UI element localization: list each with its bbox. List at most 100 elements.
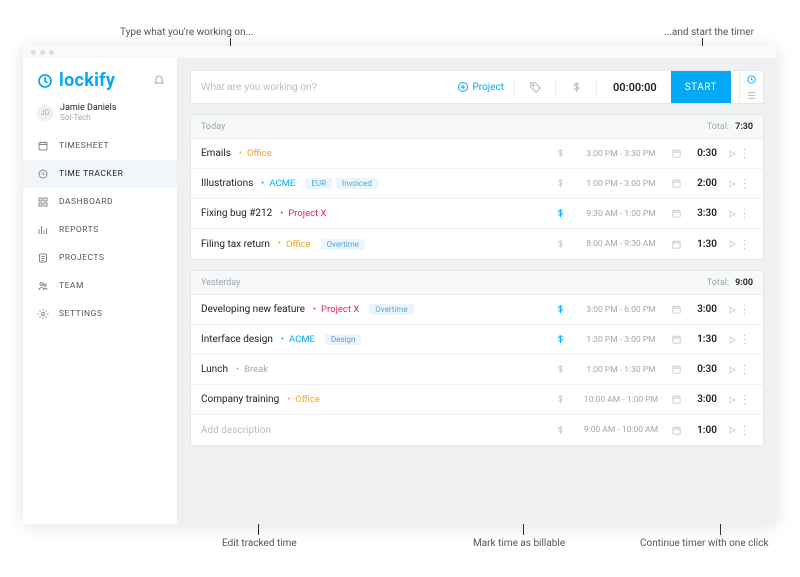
billable-toggle[interactable] <box>555 364 571 375</box>
duration[interactable]: 1:30 <box>687 334 727 345</box>
more-menu[interactable] <box>743 425 753 436</box>
time-entry[interactable]: Company training•Office10:00 AM - 1:00 P… <box>191 385 763 415</box>
time-entry[interactable]: Lunch•Break1:00 PM - 1:30 PM0:30 <box>191 355 763 385</box>
nav-item-timesheet[interactable]: TIMESHEET <box>23 132 177 160</box>
bell-icon[interactable] <box>153 75 165 87</box>
time-range[interactable]: 8:00 AM - 9:30 AM <box>571 239 671 249</box>
continue-button[interactable] <box>727 239 743 249</box>
billable-toggle[interactable] <box>555 178 571 189</box>
continue-button[interactable] <box>727 425 743 435</box>
project-name[interactable]: ACME <box>289 334 315 345</box>
calendar-icon[interactable] <box>671 178 687 189</box>
more-menu[interactable] <box>743 178 753 189</box>
description-input[interactable] <box>201 82 449 93</box>
duration[interactable]: 3:00 <box>687 394 727 405</box>
calendar-icon[interactable] <box>671 334 687 345</box>
duration[interactable]: 1:00 <box>687 425 727 436</box>
time-entry[interactable]: Add description 9:00 AM - 10:00 AM 1:00 <box>191 415 763 445</box>
mode-toggle[interactable] <box>739 71 763 103</box>
entry-description[interactable]: Developing new feature <box>201 304 305 315</box>
billable-icon[interactable] <box>566 77 586 97</box>
time-entry[interactable]: Fixing bug #212•Project X9:30 AM - 1:00 … <box>191 199 763 229</box>
calendar-icon[interactable] <box>671 394 687 405</box>
more-menu[interactable] <box>743 208 753 219</box>
nav-item-projects[interactable]: PROJECTS <box>23 244 177 272</box>
tag[interactable]: Design <box>325 334 361 345</box>
project-name[interactable]: Break <box>244 364 268 375</box>
project-name[interactable]: Project X <box>321 304 359 315</box>
start-button[interactable]: START <box>671 71 731 103</box>
billable-toggle[interactable] <box>555 148 571 159</box>
entry-description[interactable]: Emails <box>201 148 231 159</box>
time-range[interactable]: 3:00 PM - 3:30 PM <box>571 149 671 159</box>
continue-button[interactable] <box>727 179 743 189</box>
continue-button[interactable] <box>727 365 743 375</box>
billable-toggle[interactable] <box>555 208 571 219</box>
entry-description[interactable]: Lunch <box>201 364 228 375</box>
time-range[interactable]: 10:00 AM - 1:00 PM <box>571 395 671 405</box>
more-menu[interactable] <box>743 334 753 345</box>
time-entry[interactable]: Developing new feature•Project XOvertime… <box>191 295 763 325</box>
project-name[interactable]: ACME <box>269 178 295 189</box>
continue-button[interactable] <box>727 395 743 405</box>
project-name[interactable]: Office <box>286 239 311 250</box>
more-menu[interactable] <box>743 304 753 315</box>
duration[interactable]: 1:30 <box>687 239 727 250</box>
entry-description[interactable]: Filing tax return <box>201 239 270 250</box>
list-mode-icon[interactable] <box>740 87 763 103</box>
tag[interactable]: EUR <box>305 178 332 189</box>
more-menu[interactable] <box>743 239 753 250</box>
time-entry[interactable]: Filing tax return•OfficeOvertime8:00 AM … <box>191 229 763 259</box>
continue-button[interactable] <box>727 305 743 315</box>
time-range[interactable]: 1:30 PM - 3:00 PM <box>571 335 671 345</box>
tag[interactable]: Invoiced <box>336 178 378 189</box>
duration[interactable]: 3:30 <box>687 208 727 219</box>
duration[interactable]: 0:30 <box>687 364 727 375</box>
add-project-button[interactable]: Project <box>457 81 505 93</box>
nav-item-team[interactable]: TEAM <box>23 272 177 300</box>
tag[interactable]: Overtime <box>369 304 413 315</box>
timer-display[interactable]: 00:00:00 <box>607 81 663 94</box>
continue-button[interactable] <box>727 209 743 219</box>
user-block[interactable]: JD Jamie Daniels Sol-Tech <box>23 99 177 132</box>
project-name[interactable]: Office <box>295 394 320 405</box>
project-name[interactable]: Project X <box>288 208 326 219</box>
billable-toggle[interactable] <box>555 425 571 436</box>
calendar-icon[interactable] <box>671 208 687 219</box>
duration[interactable]: 0:30 <box>687 148 727 159</box>
entry-description[interactable]: Add description <box>201 425 271 436</box>
calendar-icon[interactable] <box>671 425 687 436</box>
project-name[interactable]: Office <box>247 148 272 159</box>
time-range[interactable]: 3:00 PM - 6:00 PM <box>571 305 671 315</box>
duration[interactable]: 3:00 <box>687 304 727 315</box>
time-entry[interactable]: Illustrations•ACMEEURInvoiced1:00 PM - 3… <box>191 169 763 199</box>
calendar-icon[interactable] <box>671 148 687 159</box>
continue-button[interactable] <box>727 149 743 159</box>
duration[interactable]: 2:00 <box>687 178 727 189</box>
tag-icon[interactable] <box>525 77 545 97</box>
tag[interactable]: Overtime <box>321 239 365 250</box>
time-entry[interactable]: Emails•Office3:00 PM - 3:30 PM0:30 <box>191 139 763 169</box>
continue-button[interactable] <box>727 335 743 345</box>
nav-item-reports[interactable]: REPORTS <box>23 216 177 244</box>
entry-description[interactable]: Interface design <box>201 334 273 345</box>
entry-description[interactable]: Company training <box>201 394 279 405</box>
more-menu[interactable] <box>743 148 753 159</box>
billable-toggle[interactable] <box>555 239 571 250</box>
more-menu[interactable] <box>743 364 753 375</box>
time-range[interactable]: 1:00 PM - 1:30 PM <box>571 365 671 375</box>
time-range[interactable]: 9:00 AM - 10:00 AM <box>571 425 671 435</box>
calendar-icon[interactable] <box>671 364 687 375</box>
time-entry[interactable]: Interface design•ACMEDesign1:30 PM - 3:0… <box>191 325 763 355</box>
calendar-icon[interactable] <box>671 239 687 250</box>
billable-toggle[interactable] <box>555 304 571 315</box>
nav-item-time-tracker[interactable]: TIME TRACKER <box>23 160 177 188</box>
nav-item-settings[interactable]: SETTINGS <box>23 300 177 328</box>
calendar-icon[interactable] <box>671 304 687 315</box>
entry-description[interactable]: Fixing bug #212 <box>201 208 272 219</box>
billable-toggle[interactable] <box>555 394 571 405</box>
time-range[interactable]: 1:00 PM - 3:00 PM <box>571 179 671 189</box>
entry-description[interactable]: Illustrations <box>201 178 253 189</box>
time-range[interactable]: 9:30 AM - 1:00 PM <box>571 209 671 219</box>
nav-item-dashboard[interactable]: DASHBOARD <box>23 188 177 216</box>
